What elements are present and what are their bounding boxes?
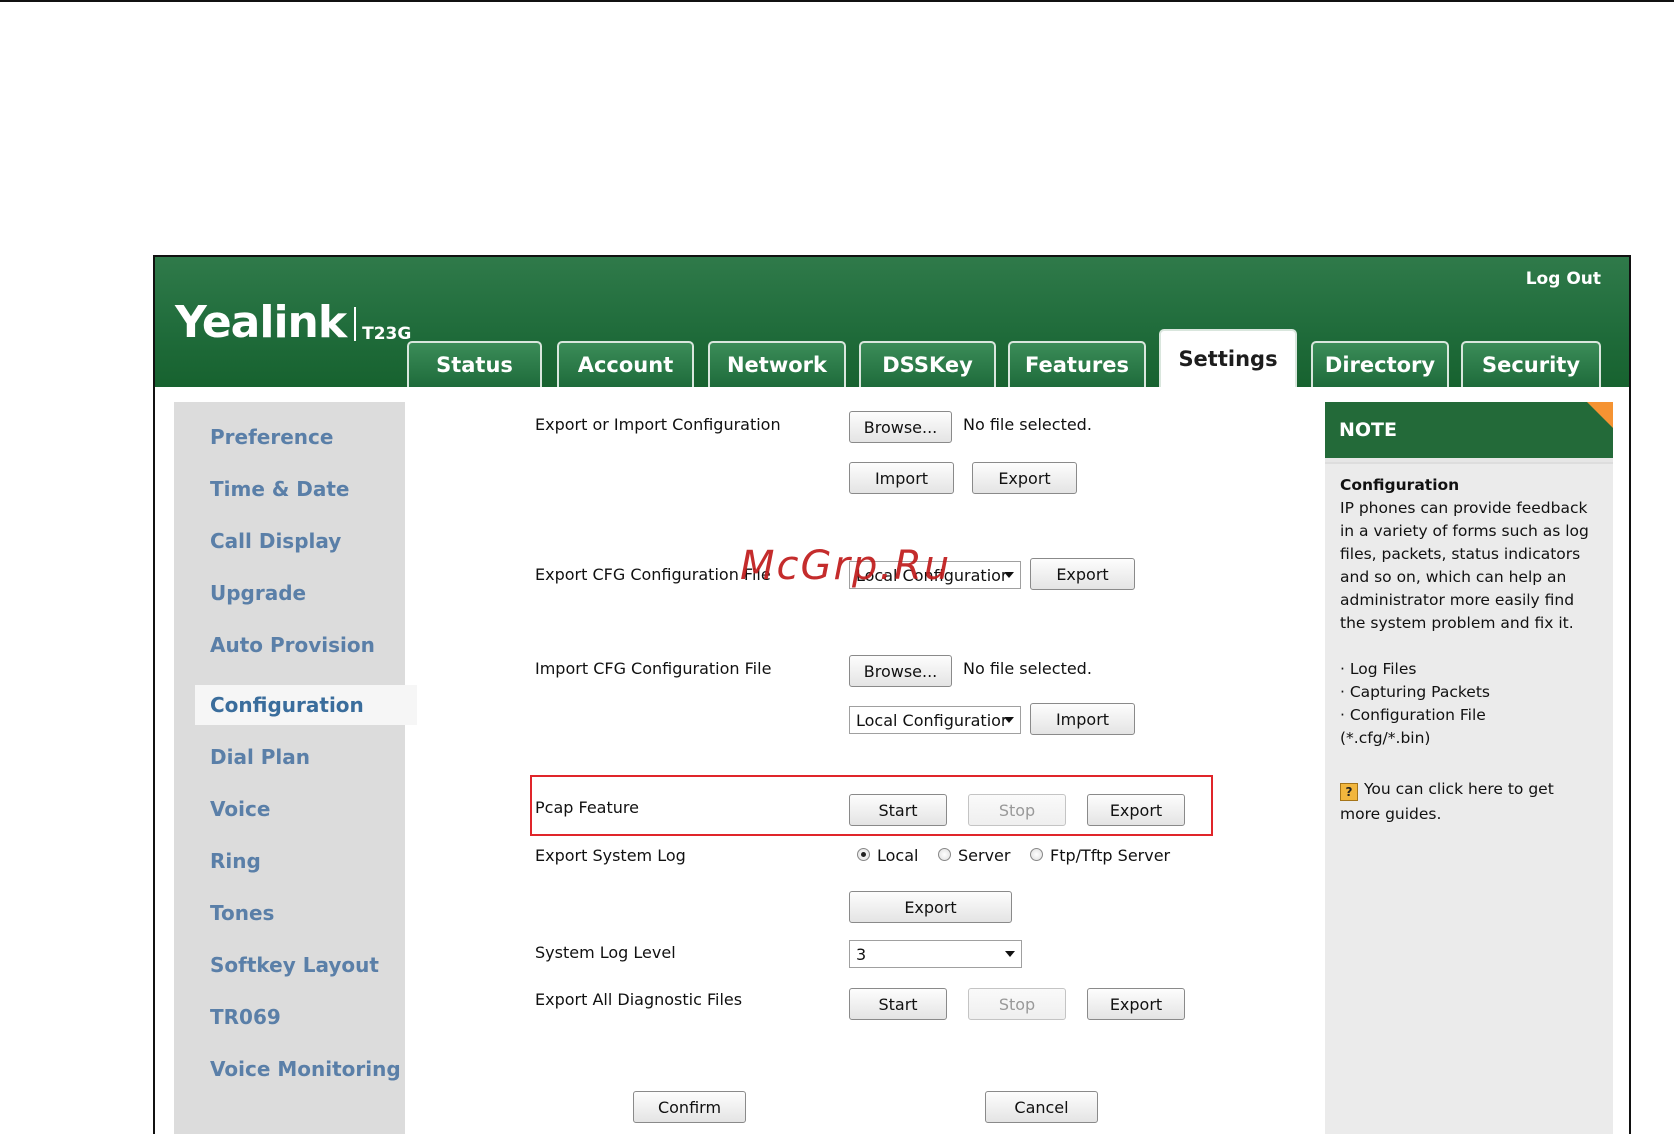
note-line: IP phones can provide feedback [1340,499,1588,517]
note-corner-icon [1587,402,1613,428]
note-panel: NOTE Configuration IP phones can provide… [1325,402,1613,1134]
logout-link[interactable]: Log Out [1526,269,1601,289]
logo-divider [354,307,357,341]
log-local-label: Local [877,846,919,865]
guide-link[interactable]: ? You can click here to get [1340,778,1554,801]
help-icon: ? [1340,783,1358,801]
note-body: Configuration IP phones can provide feed… [1325,462,1613,1134]
system-log-level-label: System Log Level [535,943,676,962]
browse-button[interactable]: Browse... [849,411,952,443]
import-cfg-file-status: No file selected. [963,659,1092,678]
diagnostic-stop-button[interactable]: Stop [968,988,1066,1020]
tab-directory[interactable]: Directory [1311,341,1449,387]
brand-logo: Yealink T23G [175,297,411,348]
note-bullet: · Capturing Packets [1340,683,1490,701]
tab-features[interactable]: Features [1008,341,1146,387]
note-line: files, packets, status indicators [1340,545,1581,563]
log-server-radio[interactable] [938,848,951,861]
import-cfg-button[interactable]: Import [1030,703,1135,735]
diagnostic-start-button[interactable]: Start [849,988,947,1020]
sidebar-item-dial-plan[interactable]: Dial Plan [210,745,310,769]
chevron-down-icon [1005,951,1015,957]
sidebar: Preference Time & Date Call Display Upgr… [174,402,417,1134]
system-log-level-value: 3 [856,944,867,964]
guide-text-line1: You can click here to get [1364,780,1554,798]
export-import-config-label: Export or Import Configuration [535,415,781,434]
import-config-button[interactable]: Import [849,462,954,494]
sidebar-item-ring[interactable]: Ring [210,849,261,873]
log-local-radio[interactable] [857,848,870,861]
import-cfg-select-value: Local Configuratior [856,710,1008,730]
log-ftp-radio[interactable] [1030,848,1043,861]
tab-settings[interactable]: Settings [1159,329,1297,387]
sidebar-item-tones[interactable]: Tones [210,901,274,925]
system-log-level-select[interactable]: 3 [849,940,1022,968]
confirm-button[interactable]: Confirm [633,1091,746,1123]
note-bullet: · Log Files [1340,660,1417,678]
import-cfg-browse-button[interactable]: Browse... [849,655,952,687]
sidebar-item-call-display[interactable]: Call Display [210,529,341,553]
sidebar-item-time-date[interactable]: Time & Date [210,477,350,501]
brand-name: Yealink [175,297,347,348]
sidebar-item-voice-monitoring[interactable]: Voice Monitoring [210,1057,401,1081]
chevron-down-icon [1004,572,1014,578]
file-status-text: No file selected. [963,415,1092,434]
tab-account[interactable]: Account [557,341,694,387]
sidebar-item-auto-provision[interactable]: Auto Provision [210,633,375,657]
sidebar-item-preference[interactable]: Preference [210,425,333,449]
web-ui-frame: Log Out Yealink T23G Status Account Netwo… [153,255,1631,1134]
chevron-down-icon [1004,717,1014,723]
note-bullet: (*.cfg/*.bin) [1340,729,1431,747]
export-cfg-label: Export CFG Configuration File [535,565,771,584]
cancel-button[interactable]: Cancel [985,1091,1098,1123]
guide-link-line2[interactable]: more guides. [1340,803,1441,826]
watermark-text: McGrp.Ru [740,543,952,589]
note-heading: Configuration [1340,476,1460,494]
note-line: and so on, which can help an [1340,568,1567,586]
export-config-button[interactable]: Export [972,462,1077,494]
sidebar-item-tr069[interactable]: TR069 [210,1005,281,1029]
pcap-highlight-box [530,775,1213,836]
sidebar-item-softkey-layout[interactable]: Softkey Layout [210,953,379,977]
export-system-log-button[interactable]: Export [849,891,1012,923]
export-cfg-button[interactable]: Export [1030,558,1135,590]
diagnostic-export-button[interactable]: Export [1087,988,1185,1020]
note-bullet: · Configuration File [1340,706,1486,724]
import-cfg-select[interactable]: Local Configuratior [849,706,1021,734]
tab-network[interactable]: Network [708,341,846,387]
top-border-line [0,0,1674,2]
model-name: T23G [362,324,412,344]
tab-security[interactable]: Security [1461,341,1601,387]
log-server-label: Server [958,846,1011,865]
sidebar-item-configuration[interactable]: Configuration [210,693,364,717]
note-line: in a variety of forms such as log [1340,522,1589,540]
log-ftp-label: Ftp/Tftp Server [1050,846,1171,865]
note-title: NOTE [1325,402,1613,458]
diagnostic-label: Export All Diagnostic Files [535,990,743,1009]
tab-status[interactable]: Status [407,341,542,387]
note-line: the system problem and fix it. [1340,614,1574,632]
note-line: administrator more easily find [1340,591,1575,609]
import-cfg-label: Import CFG Configuration File [535,659,772,678]
export-system-log-label: Export System Log [535,846,686,865]
sidebar-item-voice[interactable]: Voice [210,797,270,821]
tab-dsskey[interactable]: DSSKey [859,341,996,387]
sidebar-item-upgrade[interactable]: Upgrade [210,581,306,605]
